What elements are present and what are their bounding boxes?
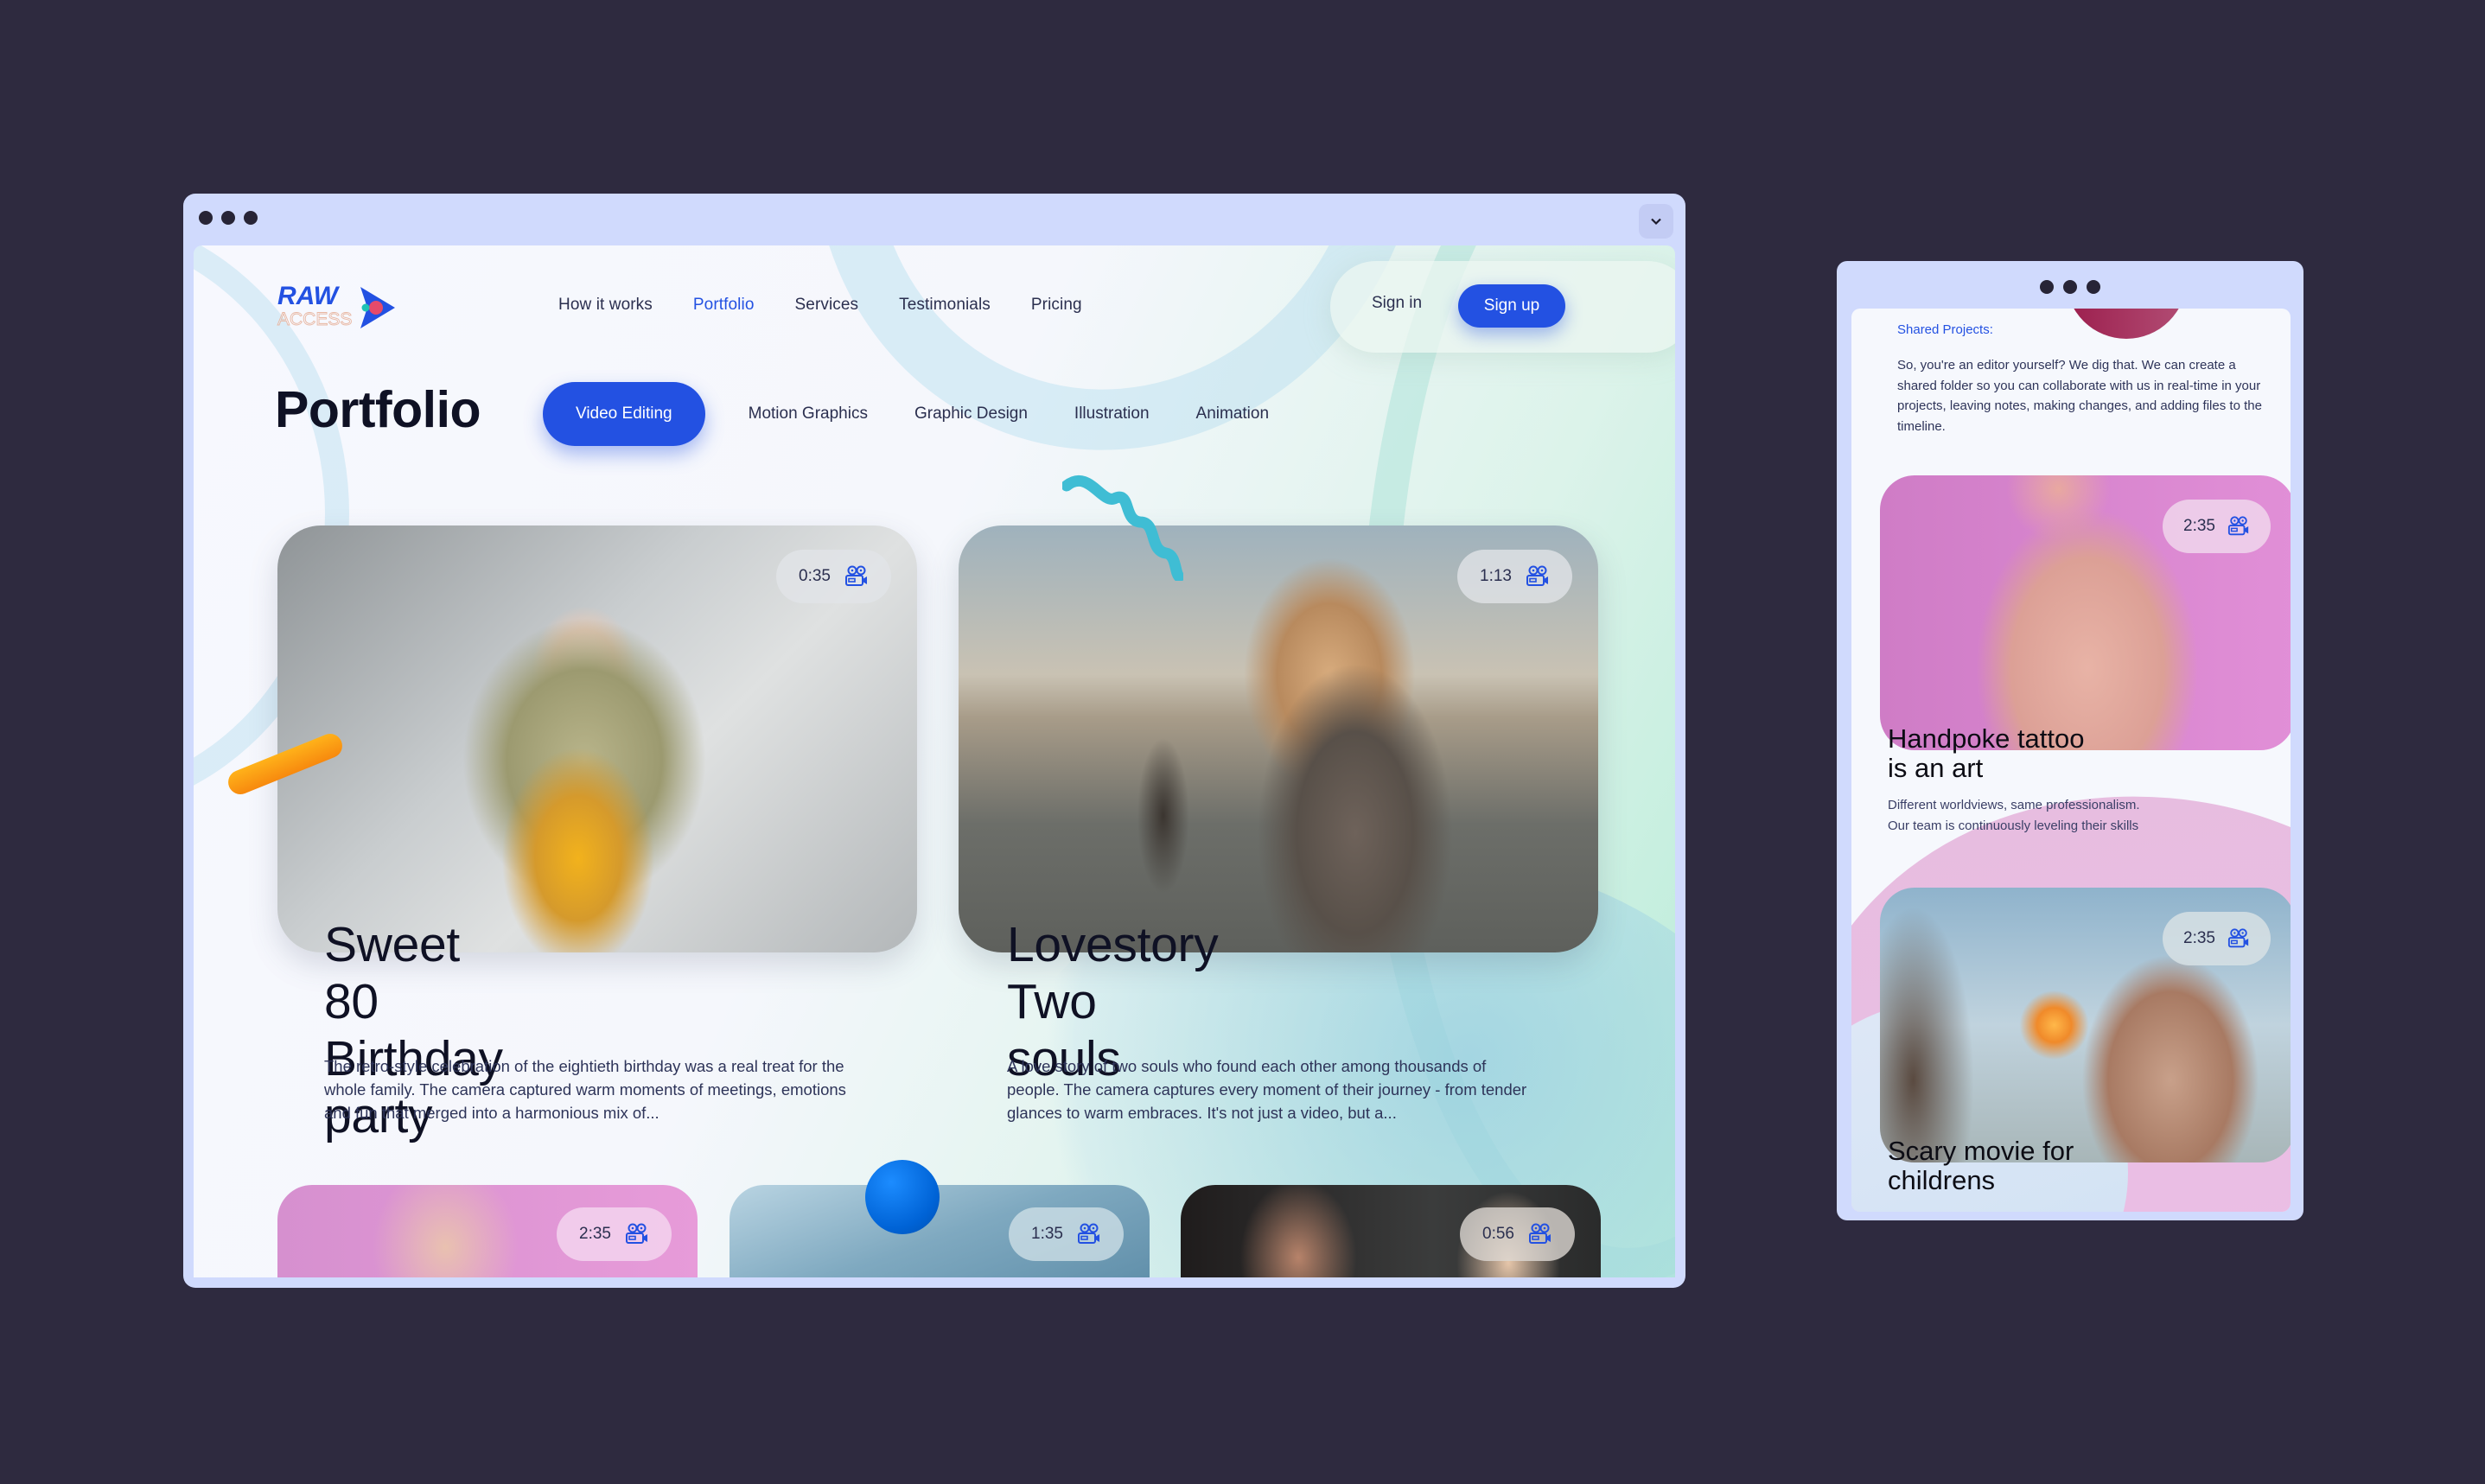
mobile-browser-window: Shared Projects: So, you're an editor yo… — [1837, 261, 2303, 1220]
sign-up-button[interactable]: Sign up — [1458, 284, 1565, 328]
main-nav: How it works Portfolio Services Testimon… — [558, 296, 1082, 315]
video-thumbnail[interactable]: 2:35 — [1880, 888, 2291, 1162]
card-description: A love story of two souls who found each… — [1007, 1057, 1527, 1122]
card-title: Handpoke tattoo is an art — [1888, 723, 2085, 783]
window-dot-icon[interactable] — [2087, 280, 2100, 294]
card-description: Different worldviews, same professionali… — [1888, 798, 2140, 833]
window-dot-icon[interactable] — [221, 211, 235, 225]
desktop-browser-window: RAW ACCESS How it works Portfolio Servic… — [183, 194, 1685, 1288]
window-dots — [2040, 280, 2100, 294]
duration-text: 0:35 — [799, 567, 831, 585]
nav-how-it-works[interactable]: How it works — [558, 296, 653, 315]
category-tabs: Video Editing Motion Graphics Graphic De… — [543, 382, 1316, 446]
section-label: Shared Projects: — [1897, 322, 1993, 337]
movie-camera-icon — [1077, 1222, 1101, 1246]
logo-line1: RAW — [277, 282, 341, 310]
duration-text: 2:35 — [579, 1225, 611, 1243]
page-title: Portfolio — [275, 381, 481, 438]
collapse-button[interactable] — [1639, 204, 1673, 239]
duration-badge: 0:56 — [1460, 1207, 1575, 1261]
chevron-down-icon — [1651, 218, 1661, 226]
duration-badge: 2:35 — [2163, 500, 2271, 553]
window-dot-icon[interactable] — [199, 211, 213, 225]
movie-camera-icon — [1528, 1222, 1552, 1246]
duration-text: 0:56 — [1482, 1225, 1514, 1243]
duration-badge: 2:35 — [2163, 912, 2271, 965]
tab-graphic-design[interactable]: Graphic Design — [914, 404, 1028, 424]
video-thumbnail[interactable]: 2:35 — [277, 1185, 698, 1277]
nav-testimonials[interactable]: Testimonials — [899, 296, 991, 315]
logo-mark-icon: RAW ACCESS — [277, 282, 395, 329]
movie-camera-icon — [2227, 515, 2250, 538]
window-dot-icon[interactable] — [2040, 280, 2054, 294]
logo-line2: ACCESS — [277, 309, 352, 329]
window-dots — [199, 211, 258, 225]
card-title: Scary movie for childrens — [1888, 1136, 2074, 1195]
video-thumbnail[interactable]: 0:56 — [1181, 1185, 1601, 1277]
duration-text: 2:35 — [2183, 517, 2215, 535]
duration-badge: 2:35 — [557, 1207, 672, 1261]
section-text: So, you're an editor yourself? We dig th… — [1897, 358, 2262, 434]
auth-panel: Sign in Sign up — [1330, 261, 1675, 353]
nav-portfolio[interactable]: Portfolio — [693, 296, 755, 315]
tab-motion-graphics[interactable]: Motion Graphics — [749, 404, 868, 424]
decorative-ribbon-icon — [1062, 474, 1183, 581]
tab-illustration[interactable]: Illustration — [1074, 404, 1150, 424]
mobile-page: Shared Projects: So, you're an editor yo… — [1851, 309, 2291, 1212]
movie-camera-icon — [1526, 564, 1550, 589]
card-description: The retro-style celebration of the eight… — [324, 1057, 846, 1122]
nav-services[interactable]: Services — [795, 296, 859, 315]
decorative-blue-sphere — [865, 1160, 940, 1234]
portfolio-page: RAW ACCESS How it works Portfolio Servic… — [194, 245, 1675, 1277]
raw-access-logo[interactable]: RAW ACCESS — [276, 282, 401, 334]
video-thumbnail[interactable]: 1:13 — [959, 525, 1598, 952]
tab-animation[interactable]: Animation — [1196, 404, 1270, 424]
movie-camera-icon — [844, 564, 869, 589]
video-thumbnail[interactable]: 0:35 — [277, 525, 917, 952]
tab-video-editing[interactable]: Video Editing — [543, 382, 705, 446]
video-thumbnail[interactable]: 1:35 — [730, 1185, 1150, 1277]
movie-camera-icon — [2227, 927, 2250, 950]
nav-pricing[interactable]: Pricing — [1031, 296, 1082, 315]
duration-badge: 1:35 — [1009, 1207, 1124, 1261]
duration-badge: 1:13 — [1457, 550, 1572, 603]
duration-text: 2:35 — [2183, 929, 2215, 947]
emblem-graphic — [2066, 309, 2187, 339]
duration-text: 1:13 — [1480, 567, 1512, 585]
window-dot-icon[interactable] — [2063, 280, 2077, 294]
window-dot-icon[interactable] — [244, 211, 258, 225]
video-thumbnail[interactable]: 2:35 — [1880, 475, 2291, 750]
duration-text: 1:35 — [1031, 1225, 1063, 1243]
movie-camera-icon — [625, 1222, 649, 1246]
duration-badge: 0:35 — [776, 550, 891, 603]
sign-in-link[interactable]: Sign in — [1372, 294, 1422, 313]
